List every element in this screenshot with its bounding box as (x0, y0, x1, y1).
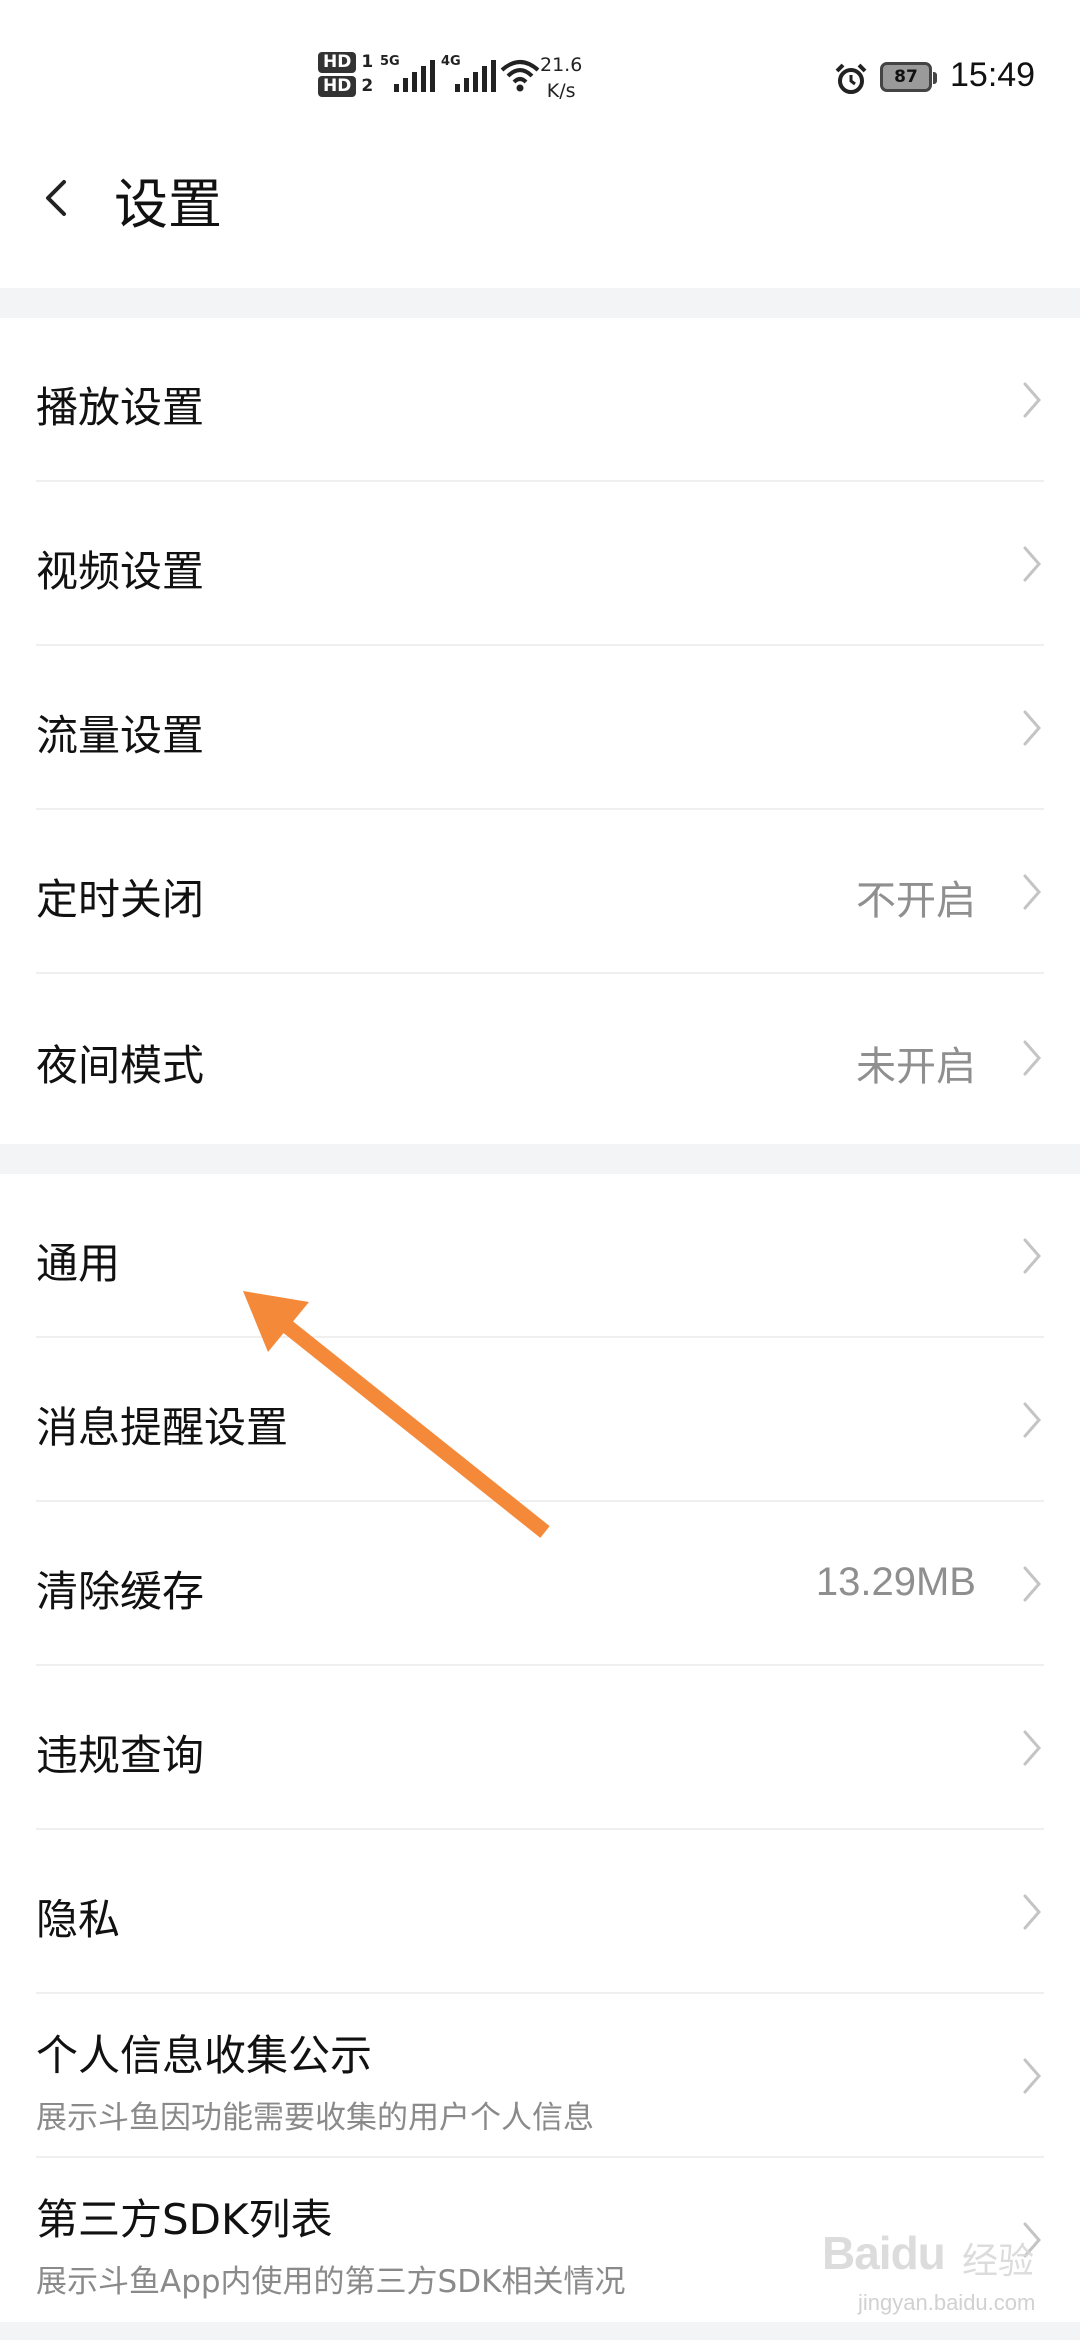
cache-size-value: 13.29MB (815, 1560, 976, 1604)
hd2-label: HD (318, 76, 357, 97)
chevron-right-icon (1023, 1040, 1041, 1076)
settings-item-label: 消息提醒设置 (36, 1403, 289, 1452)
net2-label: 4G (441, 54, 461, 69)
page-title: 设置 (114, 173, 222, 236)
settings-item-value: 不开启 (856, 879, 976, 923)
signal-icon: 4G (441, 54, 496, 92)
app-header: 设置 (0, 130, 1080, 288)
section-separator (0, 288, 1080, 318)
watermark-url: jingyan.baidu.com (858, 2290, 1036, 2315)
chevron-right-icon (1023, 710, 1041, 746)
chevron-right-icon (1023, 1566, 1041, 1602)
sim2-label: 2 (361, 76, 374, 96)
network-speed: 21.6 K/s (540, 52, 582, 104)
hd-indicator: HD 1 HD 2 (318, 52, 373, 97)
section-separator (0, 2322, 1080, 2340)
baidu-watermark: Baidu 经验 jingyan.baidu.com (822, 2208, 1042, 2318)
settings-item-notifications[interactable]: 消息提醒设置 (0, 1338, 1080, 1502)
settings-item-label: 通用 (36, 1239, 121, 1288)
settings-item-playback[interactable]: 播放设置 (0, 318, 1080, 482)
settings-item-value: 未开启 (856, 1045, 976, 1089)
clock: 15:49 (950, 56, 1036, 94)
signal-icon: 5G (380, 54, 435, 92)
settings-item-label: 隐私 (36, 1895, 121, 1944)
settings-item-privacy[interactable]: 隐私 (0, 1830, 1080, 1994)
settings-item-label: 个人信息收集公示 (36, 2031, 373, 2080)
settings-item-subtitle: 展示斗鱼因功能需要收集的用户个人信息 (36, 2100, 594, 2136)
net1-label: 5G (380, 54, 400, 69)
section-separator (0, 1144, 1080, 1174)
chevron-right-icon (1023, 1402, 1041, 1438)
chevron-left-icon[interactable] (36, 170, 76, 226)
settings-item-label: 清除缓存 (36, 1567, 205, 1616)
settings-item-sleep-timer[interactable]: 定时关闭 不开启 (0, 810, 1080, 974)
status-bar: HD 1 HD 2 5G 4G 21.6 K/s 87 15:49 (0, 0, 1080, 130)
settings-item-clear-cache[interactable]: 清除缓存 13.29MB (0, 1502, 1080, 1666)
chevron-right-icon (1023, 382, 1041, 418)
chevron-right-icon (1023, 1238, 1041, 1274)
settings-item-violation-query[interactable]: 违规查询 (0, 1666, 1080, 1830)
watermark-cn: 经验 (962, 2241, 1035, 2282)
settings-screen: HD 1 HD 2 5G 4G 21.6 K/s 87 15:49 设置 播放设… (0, 0, 1080, 2340)
battery-level: 87 (894, 67, 918, 87)
settings-item-general[interactable]: 通用 (0, 1174, 1080, 1338)
speed-unit: K/s (546, 80, 576, 102)
settings-item-label: 定时关闭 (36, 875, 205, 924)
speed-value: 21.6 (540, 54, 583, 76)
hd1-label: HD (318, 52, 357, 73)
alarm-icon (835, 63, 867, 94)
settings-item-label: 视频设置 (36, 547, 205, 596)
settings-item-subtitle: 展示斗鱼App内使用的第三方SDK相关情况 (36, 2264, 626, 2300)
settings-item-label: 播放设置 (36, 383, 205, 432)
chevron-right-icon (1023, 1730, 1041, 1766)
chevron-right-icon (1023, 874, 1041, 910)
settings-item-video[interactable]: 视频设置 (0, 482, 1080, 646)
settings-item-night-mode[interactable]: 夜间模式 未开启 (0, 974, 1080, 1144)
chevron-right-icon (1023, 1894, 1041, 1930)
chevron-right-icon (1023, 546, 1041, 582)
battery-icon: 87 (880, 62, 937, 92)
settings-item-label: 夜间模式 (36, 1041, 205, 1090)
chevron-right-icon (1023, 2058, 1041, 2094)
wifi-icon (500, 60, 540, 92)
watermark-brand: Baidu (822, 2227, 946, 2279)
sim1-label: 1 (361, 52, 374, 72)
settings-item-label: 第三方SDK列表 (36, 2195, 333, 2244)
settings-item-label: 违规查询 (36, 1731, 205, 1780)
settings-item-data-usage[interactable]: 流量设置 (0, 646, 1080, 810)
settings-item-personal-info[interactable]: 个人信息收集公示 展示斗鱼因功能需要收集的用户个人信息 (0, 1994, 1080, 2158)
settings-item-label: 流量设置 (36, 711, 205, 760)
